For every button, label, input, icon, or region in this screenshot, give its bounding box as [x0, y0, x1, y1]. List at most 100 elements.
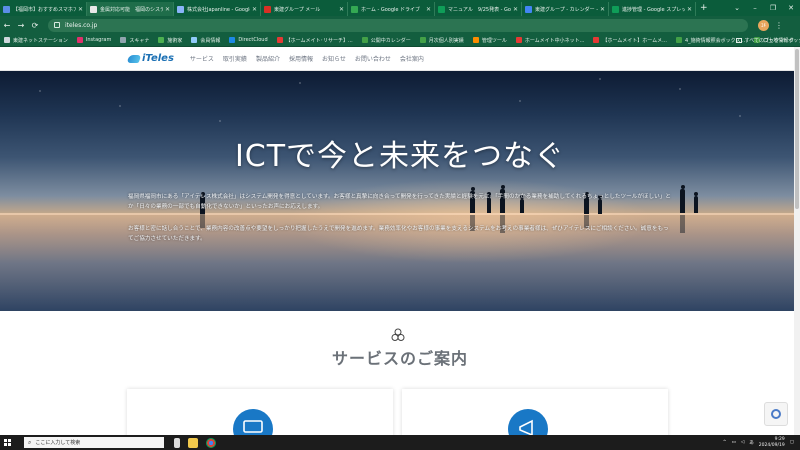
profile-avatar[interactable]: ﾕｷ — [758, 19, 769, 31]
bookmark-favicon-icon — [76, 37, 83, 43]
tab-title: 【福岡市】おすすめスマホアプ — [13, 6, 76, 13]
site-nav-item[interactable]: 採用情報 — [289, 54, 313, 63]
site-nav-item[interactable]: お知らせ — [322, 54, 346, 63]
browser-tab-strip: 【福岡市】おすすめスマホアプ ✕ 金属対応可能 福岡のシステム ✕ 株式会社Japanl… — [0, 0, 800, 16]
bookmark-item[interactable]: 月次個人別実績 — [419, 37, 464, 44]
site-nav-item[interactable]: 会社案内 — [400, 54, 424, 63]
taskbar-clock[interactable]: 9:29 2024/09/19 — [759, 437, 785, 449]
browser-tab[interactable]: ホーム - Google ドライブ ✕ — [348, 2, 435, 16]
bookmark-label: 管理ツール — [481, 37, 507, 44]
close-icon[interactable]: ✕ — [782, 4, 800, 12]
bookmark-item[interactable]: Instagram — [76, 37, 112, 43]
reload-icon[interactable]: ⟳ — [28, 21, 42, 30]
browser-tab[interactable]: 東建グループ - カレンダー - 週 ✕ — [522, 2, 609, 16]
browser-tab[interactable]: マニュアル 9/25発表 - Goo ✕ — [435, 2, 522, 16]
service-card[interactable] — [402, 389, 668, 435]
hero-section: ICTで今と未来をつなぐ 福岡県福岡市にある「アイテレス株式会社」はシステム開発… — [0, 71, 800, 311]
site-nav-item[interactable]: 製品紹介 — [256, 54, 280, 63]
bookmark-label: スキャナ — [129, 37, 150, 44]
tab-favicon-icon — [351, 5, 358, 13]
service-icon-circle — [508, 409, 548, 435]
site-info-icon[interactable] — [54, 22, 60, 28]
browser-menu-icon[interactable]: ⋮ — [775, 21, 783, 30]
search-icon: ⌕ — [28, 438, 32, 446]
tab-close-icon[interactable]: ✕ — [600, 6, 605, 13]
bookmark-favicon-icon — [191, 37, 198, 43]
page-scrollbar[interactable] — [794, 47, 800, 435]
tab-close-icon[interactable]: ✕ — [165, 6, 170, 13]
tray-overflow-icon[interactable]: ^ — [723, 440, 727, 445]
minimize-icon[interactable]: – — [746, 4, 764, 12]
scrollbar-thumb[interactable] — [795, 49, 799, 209]
web-page: iTeles サービス 取引実績 製品紹介 採用情報 お知らせ お問い合わせ 会社案内 IC… — [0, 47, 800, 435]
tab-favicon-icon — [264, 5, 271, 13]
windows-logo-icon — [3, 439, 11, 446]
browser-tab[interactable]: 東建グループ メール ✕ — [261, 2, 348, 16]
recaptcha-icon — [771, 409, 781, 419]
all-bookmarks-button[interactable]: すべてのブックマーク — [735, 34, 794, 47]
browser-tab[interactable]: 進捗管理 - Google スプレッ ✕ — [609, 2, 696, 16]
tab-title: マニュアル 9/25発表 - Goo — [448, 6, 511, 13]
bookmark-favicon-icon — [120, 37, 127, 43]
bookmark-favicon-icon — [158, 37, 165, 43]
silhouette — [680, 185, 685, 213]
tab-close-icon[interactable]: ✕ — [426, 6, 431, 13]
tab-search-icon[interactable]: ⌄ — [728, 4, 746, 12]
bookmark-item[interactable]: 【ホームメイト】ホームメ... — [593, 37, 667, 44]
site-nav-item[interactable]: 取引実績 — [223, 54, 247, 63]
file-explorer-icon[interactable] — [188, 437, 198, 448]
tab-close-icon[interactable]: ✕ — [78, 6, 83, 13]
logo-text: iTeles — [142, 53, 174, 64]
bookmark-favicon-icon — [361, 37, 368, 43]
site-nav-item[interactable]: サービス — [190, 54, 214, 63]
forward-icon[interactable]: → — [14, 21, 28, 30]
system-tray: ^ ▭ ◁ あ 9:29 2024/09/19 ▢ — [723, 435, 794, 450]
bookmark-item[interactable]: DirectCloud — [229, 37, 268, 43]
bookmark-item[interactable]: 管理ツール — [472, 37, 507, 44]
tab-title: 株式会社Japanline - Google — [187, 6, 250, 13]
browser-tab[interactable]: 金属対応可能 福岡のシステム ✕ — [87, 2, 174, 16]
bookmark-item[interactable]: 公開中カレンダー — [361, 37, 411, 44]
bookmark-item[interactable]: 東建ネットステーション — [4, 37, 68, 44]
bookmark-item[interactable]: 施術家 — [158, 37, 182, 44]
tab-title: 東建グループ メール — [274, 6, 321, 13]
tab-close-icon[interactable]: ✕ — [687, 6, 692, 13]
address-text: iteles.co.jp — [65, 21, 98, 29]
tab-favicon-icon — [438, 5, 445, 13]
browser-tab[interactable]: 【福岡市】おすすめスマホアプ ✕ — [0, 2, 87, 16]
site-nav: サービス 取引実績 製品紹介 採用情報 お知らせ お問い合わせ 会社案内 — [190, 54, 433, 63]
ime-indicator[interactable]: あ — [749, 440, 754, 446]
bookmark-label: ホームメイト中小ネット... — [524, 37, 585, 44]
chrome-icon[interactable] — [206, 437, 216, 448]
task-view-icon[interactable] — [174, 437, 180, 448]
silhouette — [694, 192, 698, 213]
tab-close-icon[interactable]: ✕ — [252, 6, 257, 13]
bookmark-item[interactable]: 【ホームメイト･リサーチ】... — [276, 37, 353, 44]
bookmark-item[interactable]: スキャナ — [120, 37, 149, 44]
browser-tab[interactable]: 株式会社Japanline - Google ✕ — [174, 2, 261, 16]
site-logo[interactable]: iTeles — [126, 53, 174, 64]
bookmark-item[interactable]: ホームメイト中小ネット... — [515, 37, 585, 44]
back-icon[interactable]: ← — [0, 21, 14, 30]
tab-favicon-icon — [90, 5, 97, 13]
bookmark-label: Instagram — [85, 37, 112, 43]
address-bar[interactable]: iteles.co.jp — [48, 18, 748, 32]
start-button[interactable] — [0, 435, 14, 450]
site-nav-item[interactable]: お問い合わせ — [355, 54, 391, 63]
folder-icon — [735, 38, 742, 43]
maximize-icon[interactable]: ❐ — [764, 4, 782, 12]
bookmark-label: 会員情報 — [200, 37, 221, 44]
service-card[interactable] — [127, 389, 393, 435]
network-icon[interactable]: ▭ — [732, 440, 736, 445]
site-header: iTeles サービス 取引実績 製品紹介 採用情報 お知らせ お問い合わせ 会社案内 — [0, 47, 800, 71]
bookmark-label: 施術家 — [167, 37, 183, 44]
taskbar-search[interactable]: ⌕ ここに入力して検索 — [24, 437, 164, 448]
tab-close-icon[interactable]: ✕ — [339, 6, 344, 13]
notifications-icon[interactable]: ▢ — [790, 440, 794, 445]
new-tab-button[interactable]: + — [700, 3, 708, 13]
bookmark-item[interactable]: 会員情報 — [191, 37, 220, 44]
recaptcha-badge[interactable] — [764, 402, 788, 426]
bookmark-favicon-icon — [515, 37, 522, 43]
volume-icon[interactable]: ◁ — [741, 440, 744, 445]
tab-close-icon[interactable]: ✕ — [513, 6, 518, 13]
